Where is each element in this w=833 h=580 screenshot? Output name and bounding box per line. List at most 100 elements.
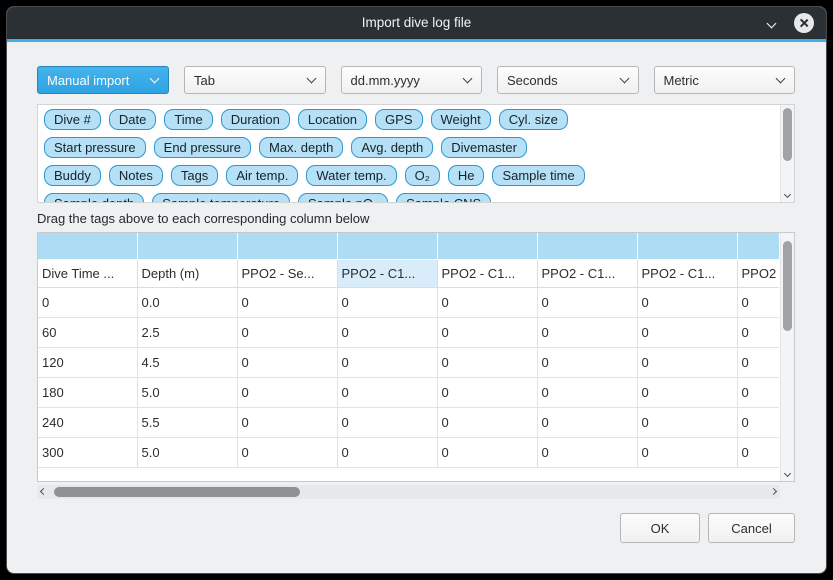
drag-tag[interactable]: Start pressure xyxy=(44,137,146,158)
table-cell: 0 xyxy=(537,377,637,407)
column-header[interactable]: PPO2 - C1... xyxy=(337,259,437,287)
preview-table: Dive Time ... Depth (m) PPO2 - Se... PPO… xyxy=(37,232,795,482)
field-separator-select[interactable]: Tab xyxy=(184,66,326,94)
table-cell: 0 xyxy=(237,437,337,467)
table-cell: 0 xyxy=(737,407,779,437)
dialog-buttons: OK Cancel xyxy=(37,513,795,543)
column-header[interactable]: PPO2 - C1... xyxy=(537,259,637,287)
table-cell: 0 xyxy=(437,377,537,407)
drag-tag[interactable]: Avg. depth xyxy=(351,137,433,158)
drag-tag[interactable]: Sample depth xyxy=(44,193,144,203)
drag-tag[interactable]: Notes xyxy=(109,165,163,186)
column-drop-target[interactable] xyxy=(237,233,337,259)
import-options-toolbar: Manual import Tab dd.mm.yyyy Seconds Met… xyxy=(37,66,795,94)
table-cell: 120 xyxy=(38,347,137,377)
ok-button[interactable]: OK xyxy=(620,513,700,543)
cancel-button[interactable]: Cancel xyxy=(708,513,795,543)
drag-tag[interactable]: O₂ xyxy=(405,165,440,186)
drag-tag[interactable]: Sample CNS xyxy=(396,193,491,203)
table-cell: 0 xyxy=(537,317,637,347)
drag-tag[interactable]: Location xyxy=(298,109,367,130)
tag-row: Buddy Notes Tags Air temp. Water temp. O… xyxy=(44,165,788,186)
table-cell: 300 xyxy=(38,437,137,467)
table-viewport: Dive Time ... Depth (m) PPO2 - Se... PPO… xyxy=(38,233,779,481)
titlebar-actions xyxy=(763,7,814,39)
table-cell: 0 xyxy=(437,287,537,317)
window-close-button[interactable] xyxy=(794,13,814,33)
drag-tag[interactable]: End pressure xyxy=(154,137,251,158)
date-format-select[interactable]: dd.mm.yyyy xyxy=(341,66,483,94)
scroll-left-icon[interactable] xyxy=(40,488,47,495)
instruction-text: Drag the tags above to each correspondin… xyxy=(37,211,795,226)
drag-tag[interactable]: Divemaster xyxy=(441,137,527,158)
table-cell: 0 xyxy=(337,377,437,407)
column-header[interactable]: PPO2 - C1... xyxy=(437,259,537,287)
titlebar[interactable]: Import dive log file xyxy=(7,7,826,39)
column-header[interactable]: Depth (m) xyxy=(137,259,237,287)
column-drop-target[interactable] xyxy=(637,233,737,259)
scrollbar-thumb[interactable] xyxy=(783,241,792,331)
drag-tag[interactable]: Max. depth xyxy=(259,137,343,158)
scroll-down-icon[interactable] xyxy=(784,191,791,198)
scrollbar-thumb[interactable] xyxy=(783,108,792,161)
column-drop-target[interactable] xyxy=(38,233,137,259)
window-shade-button[interactable] xyxy=(763,15,779,31)
column-drop-target[interactable] xyxy=(437,233,537,259)
drag-tag[interactable]: He xyxy=(448,165,485,186)
column-drop-target[interactable] xyxy=(737,233,779,259)
drag-tag[interactable]: Tags xyxy=(171,165,218,186)
drag-tag[interactable]: Date xyxy=(109,109,156,130)
drag-tag[interactable]: Time xyxy=(164,109,212,130)
duration-format-select[interactable]: Seconds xyxy=(497,66,639,94)
column-header[interactable]: PPO2 - C1... xyxy=(737,259,779,287)
import-mode-select[interactable]: Manual import xyxy=(37,66,169,94)
drag-tag[interactable]: Water temp. xyxy=(306,165,396,186)
table-cell: 0 xyxy=(537,287,637,317)
drag-tag[interactable]: Buddy xyxy=(44,165,101,186)
scrollbar-thumb[interactable] xyxy=(54,487,300,497)
close-icon xyxy=(799,18,809,28)
table-cell: 0 xyxy=(737,317,779,347)
column-drop-target[interactable] xyxy=(537,233,637,259)
table-vertical-scrollbar[interactable] xyxy=(780,233,794,481)
column-drop-target[interactable] xyxy=(337,233,437,259)
drag-tag[interactable]: Weight xyxy=(431,109,491,130)
table-row: 0 0.0 0 0 0 0 0 0 xyxy=(38,287,779,317)
table-cell: 60 xyxy=(38,317,137,347)
column-header[interactable]: Dive Time ... xyxy=(38,259,137,287)
scroll-right-icon[interactable] xyxy=(770,488,777,495)
drag-tag[interactable]: GPS xyxy=(375,109,422,130)
table-cell: 0 xyxy=(737,287,779,317)
drag-tag[interactable]: Dive # xyxy=(44,109,101,130)
table-cell: 0 xyxy=(737,347,779,377)
table-cell: 4.5 xyxy=(137,347,237,377)
tag-list-scrollbar[interactable] xyxy=(780,105,794,202)
drag-tag[interactable]: Air temp. xyxy=(226,165,298,186)
import-dialog-window: Import dive log file Manual import Tab d… xyxy=(6,6,827,574)
table-cell: 180 xyxy=(38,377,137,407)
table-cell: 0 xyxy=(637,377,737,407)
tag-row: Start pressure End pressure Max. depth A… xyxy=(44,137,788,158)
table-horizontal-scrollbar[interactable] xyxy=(37,485,780,499)
drag-tag[interactable]: Sample temperature xyxy=(152,193,290,203)
column-drop-target[interactable] xyxy=(137,233,237,259)
window-title: Import dive log file xyxy=(7,7,826,39)
table-cell: 5.0 xyxy=(137,377,237,407)
drag-tag[interactable]: Sample time xyxy=(492,165,584,186)
drag-tag[interactable]: Cyl. size xyxy=(499,109,568,130)
csv-preview-grid: Dive Time ... Depth (m) PPO2 - Se... PPO… xyxy=(38,233,779,468)
table-cell: 5.0 xyxy=(137,437,237,467)
table-cell: 0 xyxy=(637,347,737,377)
drag-tag[interactable]: Duration xyxy=(221,109,290,130)
table-cell: 240 xyxy=(38,407,137,437)
drag-tag[interactable]: Sample pO₂ xyxy=(298,193,388,203)
units-select[interactable]: Metric xyxy=(654,66,796,94)
column-header[interactable]: PPO2 - C1... xyxy=(637,259,737,287)
column-header[interactable]: PPO2 - Se... xyxy=(237,259,337,287)
table-cell: 0 xyxy=(637,317,737,347)
chevron-down-icon xyxy=(766,18,776,28)
tag-list: Dive # Date Time Duration Location GPS W… xyxy=(37,104,795,203)
scroll-down-icon[interactable] xyxy=(784,470,791,477)
table-row: 120 4.5 0 0 0 0 0 0 xyxy=(38,347,779,377)
table-header-row: Dive Time ... Depth (m) PPO2 - Se... PPO… xyxy=(38,259,779,287)
